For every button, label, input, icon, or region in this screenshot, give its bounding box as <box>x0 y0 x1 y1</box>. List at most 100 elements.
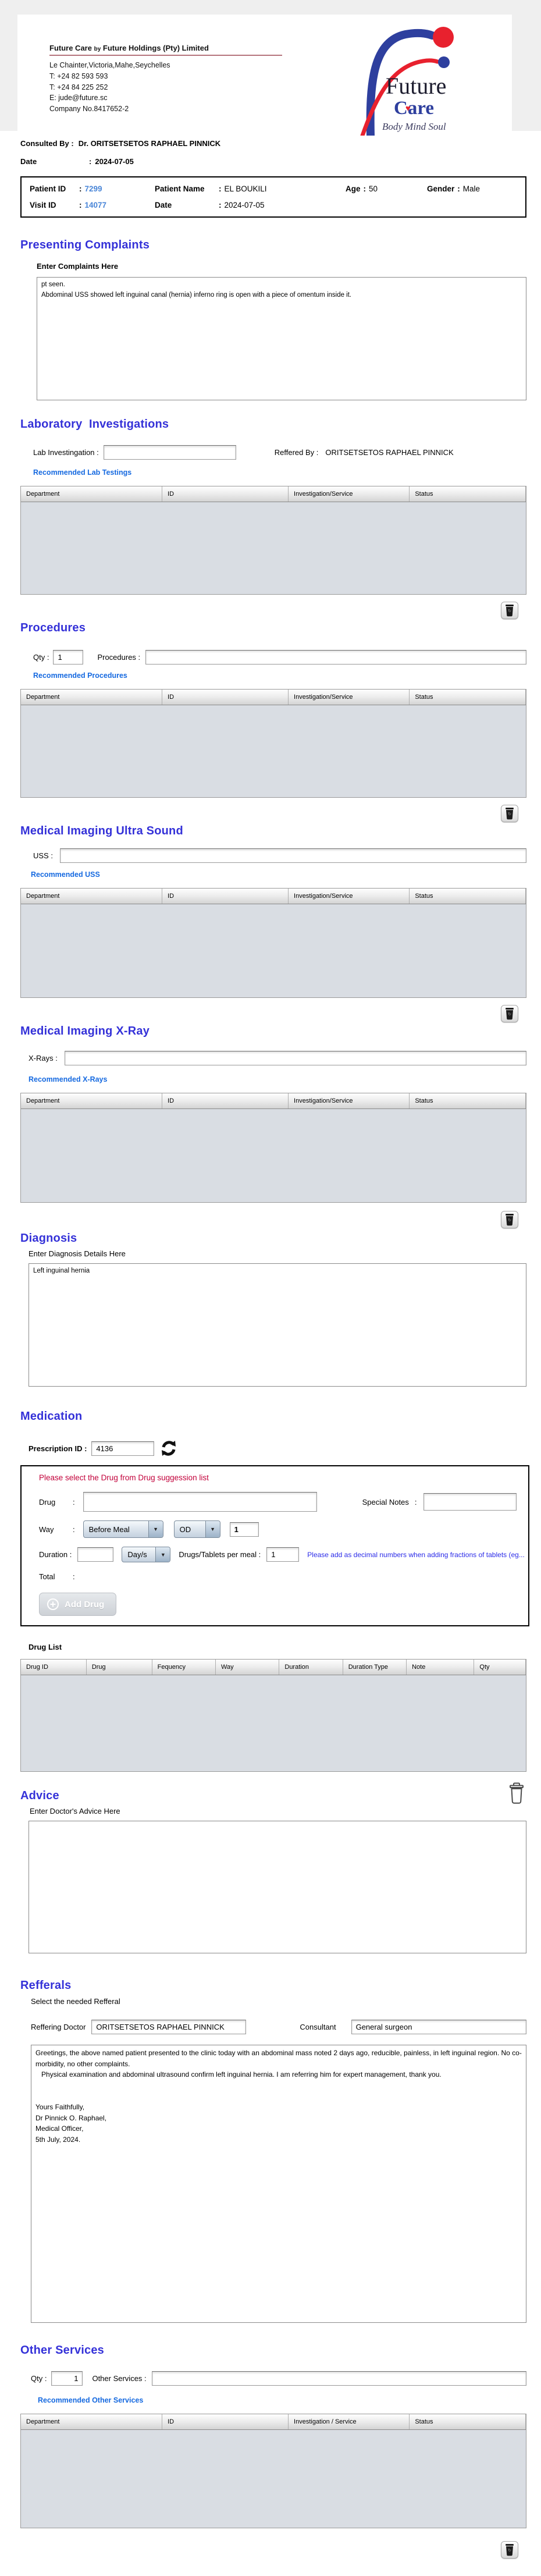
way-label: Way <box>39 1525 54 1534</box>
table-body <box>21 1675 526 1771</box>
uss-field-row: USS : <box>20 848 526 863</box>
lab-investigation-label: Lab Investingation : <box>33 448 99 457</box>
other-services-qty-input[interactable] <box>51 2371 83 2386</box>
company-logo: Future Care ♥ Body Mind Soul <box>320 15 512 136</box>
referred-by-label: Reffered By : <box>274 448 319 457</box>
delete-uss-button[interactable]: ↻ <box>501 1005 518 1022</box>
recommended-other-services-link[interactable]: Recommended Other Services <box>38 2396 526 2404</box>
visit-id: Visit ID : 14077 <box>30 201 107 209</box>
table-header: Department ID Investigation/Service Status <box>21 690 526 705</box>
consulted-by-label: Consulted By : <box>20 139 74 148</box>
other-services-input[interactable] <box>151 2371 526 2386</box>
section-title-other-services: Other Services <box>20 2344 104 2357</box>
patient-name: Patient Name : EL BOUKILI <box>155 184 267 193</box>
recommended-uss-link[interactable]: Recommended USS <box>31 870 526 879</box>
table-header: Department ID Investigation/Service Status <box>21 1093 526 1109</box>
company-address: Le Chainter,Victoria,Mahe,Seychelles <box>49 61 170 69</box>
diagnosis-label: Enter Diagnosis Details Here <box>29 1249 126 1258</box>
delete-other-services-button[interactable]: ↻ <box>501 2541 518 2559</box>
lab-field-row: Lab Investingation : Reffered By : ORITS… <box>20 445 526 460</box>
per-meal-input[interactable] <box>266 1547 300 1562</box>
xray-actions: ↻ <box>20 1211 526 1228</box>
table-body <box>21 904 526 997</box>
times-input[interactable] <box>229 1522 259 1537</box>
consultant-input[interactable] <box>351 2020 526 2034</box>
xray-input[interactable] <box>64 1051 526 1065</box>
column-header: Investigation / Service <box>289 2414 410 2429</box>
refresh-prescription-button[interactable] <box>160 1440 177 1457</box>
refresh-icon <box>162 1441 176 1456</box>
column-header: Drug <box>87 1660 152 1675</box>
company-phone1: T: +24 82 593 593 <box>49 72 108 80</box>
table-header: Department ID Investigation / Service Statu… <box>21 2414 526 2430</box>
drug-entry-box: Please select the Drug from Drug suggess… <box>20 1465 529 1626</box>
drug-list-table: Drug ID Drug Fequency Way Duration Duration T… <box>20 1659 526 1772</box>
column-header: Duration Type <box>343 1660 407 1675</box>
column-header: Way <box>216 1660 280 1675</box>
company-phone2: T: +24 84 225 252 <box>49 83 108 91</box>
special-notes-input[interactable] <box>423 1493 517 1511</box>
drug-warning-text: Please select the Drug from Drug suggess… <box>39 1473 209 1482</box>
recommended-procedures-link[interactable]: Recommended Procedures <box>33 671 526 680</box>
procedures-qty-input[interactable] <box>53 650 84 665</box>
patient-id: Patient ID : 7299 <box>30 184 102 193</box>
way-select[interactable]: Before Meal ▼ <box>83 1520 163 1538</box>
delete-lab-button[interactable]: ↻ <box>501 602 518 619</box>
procedures-actions: ↻ <box>20 805 526 822</box>
duration-input[interactable] <box>77 1547 114 1562</box>
delete-procedures-button[interactable]: ↻ <box>501 805 518 822</box>
frequency-select[interactable]: OD ▼ <box>173 1520 220 1538</box>
duration-unit-select[interactable]: Day/s ▼ <box>122 1547 171 1562</box>
trash-outline-icon <box>510 1782 524 1804</box>
lab-actions: ↻ <box>20 602 526 619</box>
column-header: Department <box>21 889 163 904</box>
column-header: Department <box>21 1093 163 1108</box>
company-name: Future Care by Future Holdings (Pty) Lim… <box>49 44 209 52</box>
uss-input[interactable] <box>59 848 526 863</box>
column-header: Status <box>410 1093 526 1108</box>
svg-text:↻: ↻ <box>508 812 511 816</box>
table-body <box>21 502 526 594</box>
duration-label: Duration : <box>39 1550 72 1559</box>
plus-circle-icon <box>47 1598 59 1610</box>
drug-input[interactable] <box>83 1492 317 1512</box>
lab-investigation-input[interactable] <box>103 445 236 460</box>
table-body <box>21 1109 526 1202</box>
drug-list-label: Drug List <box>29 1643 62 1651</box>
delete-xray-button[interactable]: ↻ <box>501 1211 518 1228</box>
procedures-input[interactable] <box>145 650 526 665</box>
column-header: Qty <box>474 1660 526 1675</box>
trash-icon: ↻ <box>506 1008 514 1020</box>
patient-gender: Gender : Male <box>427 184 481 193</box>
table-body <box>21 705 526 797</box>
column-header: Fequency <box>152 1660 216 1675</box>
delete-advice-button[interactable] <box>507 1782 526 1806</box>
table-header: Department ID Investigation/Service Status <box>21 889 526 904</box>
column-header: ID <box>162 2414 289 2429</box>
column-header: Drug ID <box>21 1660 87 1675</box>
consultation-report-page: Future Care by Future Holdings (Pty) Lim… <box>0 0 541 2576</box>
column-header: Department <box>21 690 163 705</box>
prescription-id-input[interactable] <box>91 1441 155 1456</box>
referring-doctor-input[interactable] <box>91 2020 247 2034</box>
uss-actions: ↻ <box>20 1005 526 1022</box>
referral-letter-textarea[interactable]: Greetings, the above named patient prese… <box>31 2045 526 2323</box>
add-drug-button[interactable]: Add Drug <box>39 1593 117 1616</box>
column-header: ID <box>162 486 289 502</box>
company-info: Future Care by Future Holdings (Pty) Lim… <box>17 15 320 131</box>
procedures-qty-label: Qty : <box>33 653 49 662</box>
recommended-lab-testings-link[interactable]: Recommended Lab Testings <box>33 468 526 477</box>
complaints-label: Enter Complaints Here <box>37 262 119 271</box>
section-title-procedures: Procedures <box>20 621 86 634</box>
column-header: Duration <box>279 1660 343 1675</box>
other-services-field-row: Qty : Other Services : <box>20 2371 526 2386</box>
diagnosis-textarea[interactable]: Left inguinal hernia <box>29 1263 526 1387</box>
advice-textarea[interactable] <box>29 1821 526 1953</box>
procedures-label: Procedures : <box>97 653 141 662</box>
xray-table: Department ID Investigation/Service Status <box>20 1093 526 1203</box>
column-header: Department <box>21 2414 163 2429</box>
recommended-xray-link[interactable]: Recommended X-Rays <box>29 1075 526 1083</box>
procedures-table: Department ID Investigation/Service Status <box>20 689 526 798</box>
complaints-textarea[interactable]: pt seen. Abdominal USS showed left ingui… <box>37 277 526 400</box>
column-header: Status <box>410 486 526 502</box>
